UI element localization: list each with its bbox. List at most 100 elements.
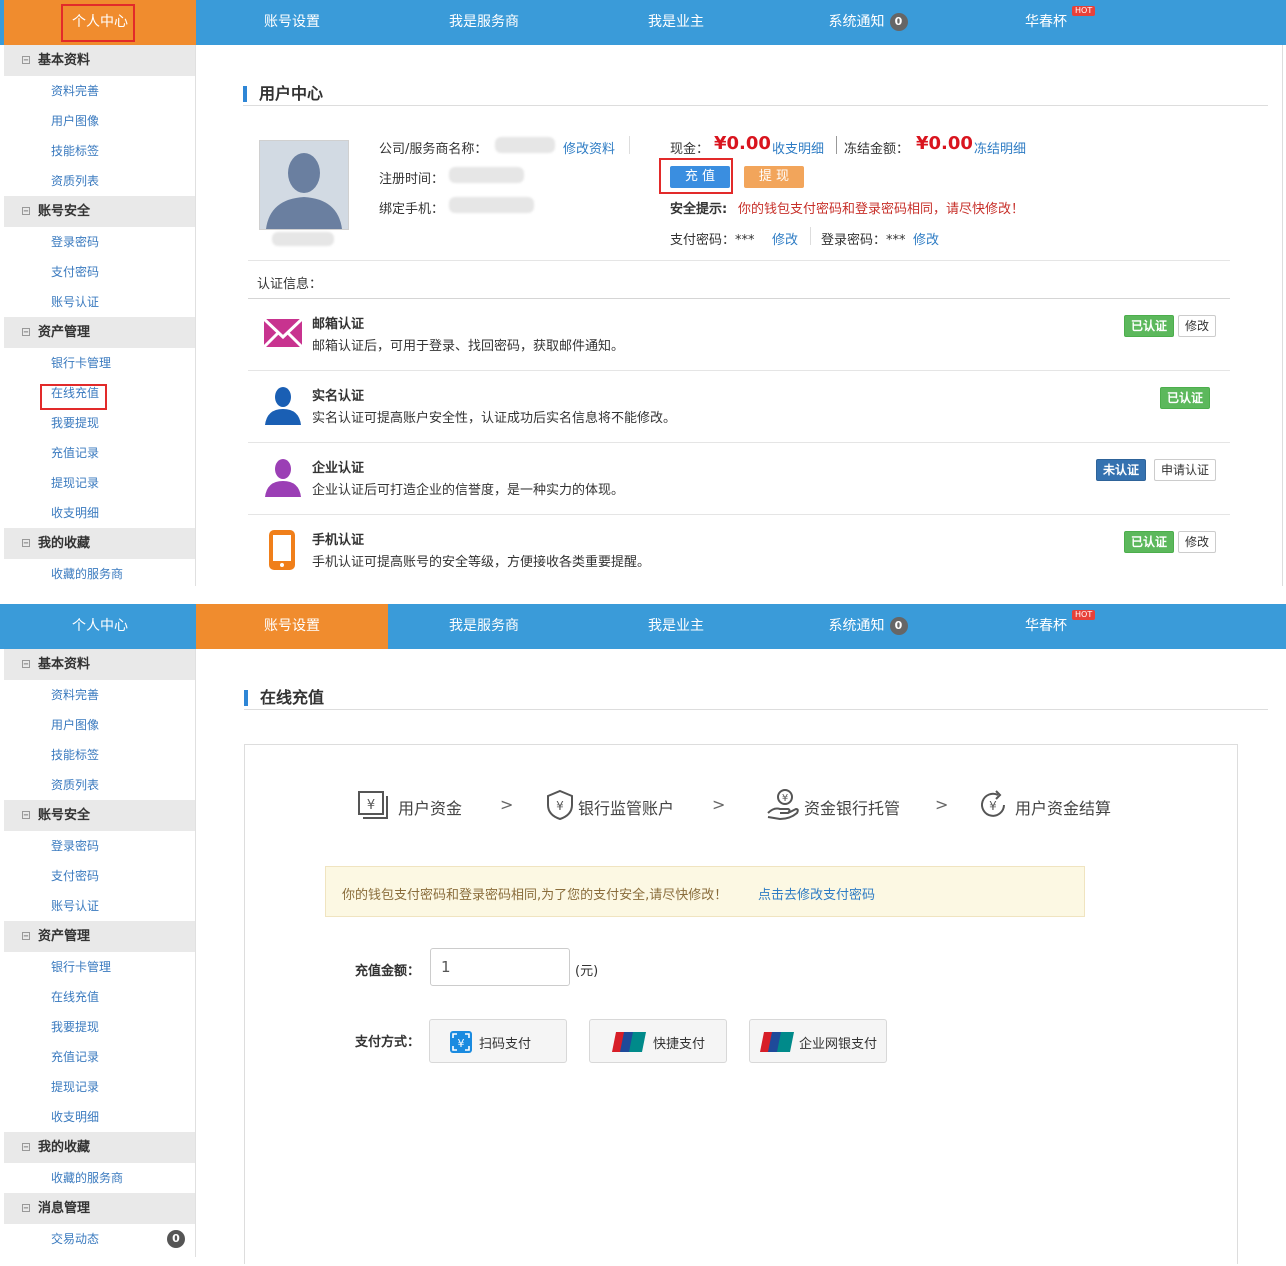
- income-detail-link[interactable]: 收支明细: [772, 138, 824, 157]
- tab-system-notice[interactable]: 系统通知 0: [772, 0, 964, 45]
- sidebar-group-assets[interactable]: − 资产管理: [4, 921, 195, 952]
- sidebar-item-income-details[interactable]: 收支明细: [4, 498, 195, 528]
- tab-service-provider[interactable]: 我是服务商: [388, 604, 580, 649]
- cert-row-enterprise: 企业认证 企业认证后可打造企业的信誉度，是一种实力的体现。 未认证 申请认证: [248, 443, 1230, 515]
- sidebar-item-avatar[interactable]: 用户图像: [4, 710, 195, 740]
- change-pay-password-link[interactable]: 点击去修改支付密码: [758, 884, 875, 903]
- step-bank-account: 银行监管账户: [578, 799, 675, 818]
- cert-title: 企业认证: [312, 461, 365, 476]
- tab-account-settings[interactable]: 账号设置: [196, 604, 388, 649]
- tab-account-settings[interactable]: 账号设置: [196, 0, 388, 45]
- edit-profile-link[interactable]: 修改资料: [563, 138, 615, 157]
- sidebar-item-trade-activity[interactable]: 交易动态 0: [4, 1224, 195, 1254]
- cash-amount: ¥0.00: [714, 133, 771, 154]
- person-icon: [265, 387, 301, 425]
- tab-system-notice[interactable]: 系统通知 0: [772, 604, 964, 649]
- sidebar-item-withdraw-records[interactable]: 提现记录: [4, 1072, 195, 1102]
- sidebar-item-bank-cards[interactable]: 银行卡管理: [4, 348, 195, 378]
- enterprise-bank-pay-button[interactable]: 企业网银支付: [749, 1019, 887, 1063]
- sidebar-group-assets[interactable]: − 资产管理: [4, 317, 195, 348]
- cert-desc: 邮箱认证后，可用于登录、找回密码，获取邮件通知。: [312, 339, 625, 354]
- group-title: 基本资料: [38, 53, 91, 68]
- tab-personal-center[interactable]: 个人中心: [4, 604, 196, 649]
- sidebar-item-pay-password[interactable]: 支付密码: [4, 861, 195, 891]
- blurred-company: [495, 137, 555, 153]
- unionpay-icon: [760, 1032, 794, 1052]
- collapse-icon: −: [22, 207, 30, 215]
- cash-label: 现金：: [670, 142, 710, 157]
- sidebar-group-security[interactable]: − 账号安全: [4, 196, 195, 227]
- group-title: 资产管理: [38, 325, 91, 340]
- apply-cert-button[interactable]: 申请认证: [1154, 459, 1217, 481]
- sidebar-item-withdraw-records[interactable]: 提现记录: [4, 468, 195, 498]
- amount-unit: (元): [575, 964, 599, 979]
- frozen-detail-link[interactable]: 冻结明细: [974, 138, 1026, 157]
- frozen-label: 冻结金额：: [844, 142, 910, 157]
- sidebar-group-basic[interactable]: − 基本资料: [4, 649, 195, 680]
- sidebar-group-favorites[interactable]: − 我的收藏: [4, 1132, 195, 1163]
- svg-text:¥: ¥: [782, 793, 788, 804]
- sidebar-group-messages[interactable]: − 消息管理: [4, 1193, 195, 1224]
- sidebar-item-account-cert[interactable]: 账号认证: [4, 891, 195, 921]
- payment-method-label: 支付方式：: [355, 1035, 421, 1050]
- sidebar-item-qualifications[interactable]: 资质列表: [4, 770, 195, 800]
- warning-banner: 你的钱包支付密码和登录密码相同,为了您的支付安全,请尽快修改！ 点击去修改支付密…: [325, 866, 1085, 917]
- tab-owner[interactable]: 我是业主: [580, 604, 772, 649]
- pay-password-edit-link[interactable]: 修改: [772, 229, 798, 248]
- notice-count-badge: 0: [889, 13, 908, 31]
- sidebar-item-recharge-records[interactable]: 充值记录: [4, 1042, 195, 1072]
- sidebar: − 基本资料 资料完善 用户图像 技能标签 资质列表 − 账号安全 登录密码 支付密…: [4, 45, 196, 586]
- pay-method-label: 企业网银支付: [799, 1037, 878, 1052]
- sidebar-item-online-recharge[interactable]: 在线充值: [4, 982, 195, 1012]
- sidebar-group-basic[interactable]: − 基本资料: [4, 45, 195, 76]
- sidebar-item-skills[interactable]: 技能标签: [4, 740, 195, 770]
- cert-row-phone: 手机认证 手机认证可提高账号的安全等级，方便接收各类重要提醒。 已认证 修改: [248, 515, 1230, 587]
- company-label: 公司/服务商名称：: [379, 142, 488, 157]
- cert-info-label: 认证信息：: [257, 277, 323, 292]
- withdraw-button[interactable]: 提 现: [744, 166, 804, 188]
- cert-row-realname: 实名认证 实名认证可提高账户安全性，认证成功后实名信息将不能修改。 已认证: [248, 371, 1230, 443]
- user-silhouette-icon: [260, 141, 348, 229]
- sidebar-group-favorites[interactable]: − 我的收藏: [4, 528, 195, 559]
- sidebar-item-recharge-records[interactable]: 充值记录: [4, 438, 195, 468]
- sidebar-item-pay-password[interactable]: 支付密码: [4, 257, 195, 287]
- tab-service-provider[interactable]: 我是服务商: [388, 0, 580, 45]
- edit-button[interactable]: 修改: [1178, 315, 1217, 337]
- sidebar-item-withdraw[interactable]: 我要提现: [4, 1012, 195, 1042]
- sidebar-item-qualifications[interactable]: 资质列表: [4, 166, 195, 196]
- sidebar-item-login-password[interactable]: 登录密码: [4, 227, 195, 257]
- top-nav: 个人中心 账号设置 我是服务商 我是业主 系统通知 0 华春杯 HOT: [0, 0, 1286, 45]
- amount-input[interactable]: [430, 948, 570, 986]
- tab-huachun-cup[interactable]: 华春杯: [950, 0, 1142, 45]
- sidebar-item-fav-providers[interactable]: 收藏的服务商: [4, 1163, 195, 1193]
- sidebar-item-account-cert[interactable]: 账号认证: [4, 287, 195, 317]
- sidebar-item-avatar[interactable]: 用户图像: [4, 106, 195, 136]
- recharge-panel: [244, 744, 1238, 1264]
- group-title: 资产管理: [38, 929, 91, 944]
- tab-label: 系统通知: [828, 14, 885, 30]
- sidebar-item-bank-cards[interactable]: 银行卡管理: [4, 952, 195, 982]
- edit-button[interactable]: 修改: [1178, 531, 1217, 553]
- collapse-icon: −: [22, 56, 30, 64]
- cert-desc: 企业认证后可打造企业的信誉度，是一种实力的体现。: [312, 483, 625, 498]
- sidebar-item-profile[interactable]: 资料完善: [4, 76, 195, 106]
- quick-pay-button[interactable]: 快捷支付: [589, 1019, 727, 1063]
- tab-huachun-cup[interactable]: 华春杯: [950, 604, 1142, 649]
- pay-password-label: 支付密码：***: [670, 233, 755, 248]
- tab-owner[interactable]: 我是业主: [580, 0, 772, 45]
- sidebar-item-income-details[interactable]: 收支明细: [4, 1102, 195, 1132]
- envelope-icon: [263, 317, 303, 349]
- sidebar-item-fav-providers[interactable]: 收藏的服务商: [4, 559, 195, 586]
- sidebar-item-login-password[interactable]: 登录密码: [4, 831, 195, 861]
- sidebar-group-security[interactable]: − 账号安全: [4, 800, 195, 831]
- scan-pay-button[interactable]: ¥ 扫码支付: [429, 1019, 567, 1063]
- step-bank-custody: 资金银行托管: [804, 799, 901, 818]
- sidebar-item-profile[interactable]: 资料完善: [4, 680, 195, 710]
- login-password-edit-link[interactable]: 修改: [913, 229, 939, 248]
- avatar[interactable]: [259, 140, 349, 230]
- sidebar-item-skills[interactable]: 技能标签: [4, 136, 195, 166]
- unionpay-icon: [612, 1032, 646, 1052]
- sidebar-item-withdraw[interactable]: 我要提现: [4, 408, 195, 438]
- svg-text:¥: ¥: [556, 799, 564, 813]
- svg-text:¥: ¥: [367, 798, 375, 813]
